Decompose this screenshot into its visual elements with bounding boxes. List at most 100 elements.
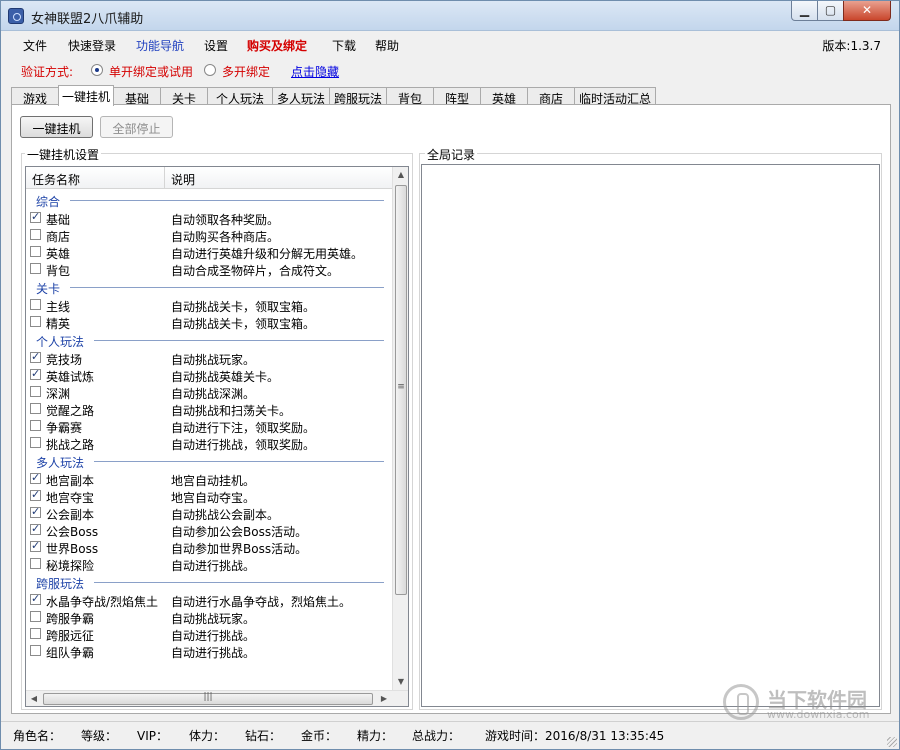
tab-8[interactable]: 阵型 (433, 87, 481, 106)
menu-help[interactable]: 帮助 (375, 37, 399, 54)
task-row[interactable]: 公会副本自动挑战公会副本。 (26, 504, 396, 522)
task-row[interactable]: 觉醒之路 自动挑战和扫荡关卡。 (26, 400, 396, 418)
task-checkbox[interactable] (30, 420, 41, 431)
vertical-scroll-thumb[interactable]: ≡ (395, 185, 407, 595)
radio-multi-bind[interactable] (204, 64, 216, 76)
scroll-right-icon[interactable]: ▶ (376, 691, 392, 706)
col-separator[interactable] (164, 167, 165, 189)
task-checkbox[interactable] (30, 628, 41, 639)
task-row[interactable]: 英雄 自动进行英雄升级和分解无用英雄。 (26, 243, 396, 261)
task-checkbox[interactable] (30, 403, 41, 414)
minimize-button[interactable]: ▁ (791, 1, 818, 21)
col-description[interactable]: 说明 (171, 171, 195, 188)
radio-multi-bind-label[interactable]: 多开绑定 (222, 63, 270, 80)
tab-10[interactable]: 商店 (527, 87, 575, 106)
global-log-area[interactable] (421, 164, 880, 707)
task-row[interactable]: 跨服争霸 自动挑战玩家。 (26, 608, 396, 626)
hide-link[interactable]: 点击隐藏 (291, 63, 339, 80)
col-task-name[interactable]: 任务名称 (32, 171, 80, 188)
tab-2[interactable]: 基础 (113, 87, 161, 106)
tab-9[interactable]: 英雄 (480, 87, 528, 106)
task-checkbox[interactable] (30, 645, 41, 656)
vertical-scrollbar[interactable]: ▲ ≡ ▼ (392, 167, 408, 690)
tab-3[interactable]: 关卡 (160, 87, 208, 106)
status-bar: 角色名： 等级： VIP： 体力： 钻石： 金币： 精力： 总战力： 游戏时间：… (1, 721, 899, 749)
close-button[interactable]: ✕ (843, 1, 891, 21)
tab-11[interactable]: 临时活动汇总 (574, 87, 656, 106)
task-checkbox[interactable] (30, 210, 41, 223)
menu-buy-bind[interactable]: 购买及绑定 (247, 37, 307, 54)
task-checkbox[interactable] (30, 558, 41, 569)
status-diamond: 钻石： (245, 729, 282, 743)
horizontal-scroll-thumb[interactable]: ||| (43, 692, 373, 705)
task-row[interactable]: 深渊 自动挑战深渊。 (26, 383, 396, 401)
task-checkbox[interactable] (30, 299, 41, 310)
task-row[interactable]: 背包 自动合成圣物碎片，合成符文。 (26, 260, 396, 278)
section-header: 综合 (26, 190, 396, 209)
menu-settings[interactable]: 设置 (204, 37, 228, 54)
scroll-left-icon[interactable]: ◀ (26, 691, 42, 706)
section-header: 多人玩法 (26, 451, 396, 470)
task-checkbox[interactable] (30, 488, 41, 501)
task-row[interactable]: 挑战之路 自动进行挑战，领取奖励。 (26, 434, 396, 452)
menu-feature-nav[interactable]: 功能导航 (136, 37, 184, 54)
task-row[interactable]: 基础自动领取各种奖励。 (26, 209, 396, 227)
task-checkbox[interactable] (30, 350, 41, 363)
task-row[interactable]: 地宫副本地宫自动挂机。 (26, 470, 396, 488)
task-checkbox[interactable] (30, 229, 41, 240)
auto-hangup-button[interactable]: 一键挂机 (20, 116, 93, 138)
title-bar[interactable]: 女神联盟2八爪辅助 ▁ ▢ ✕ (1, 1, 899, 31)
menu-download[interactable]: 下载 (332, 37, 356, 54)
task-row[interactable]: 跨服远征 自动进行挑战。 (26, 625, 396, 643)
task-row[interactable]: 争霸赛 自动进行下注，领取奖励。 (26, 417, 396, 435)
task-row[interactable]: 竞技场自动挑战玩家。 (26, 349, 396, 367)
tab-0[interactable]: 游戏 (11, 87, 59, 106)
radio-single-bind[interactable] (91, 64, 103, 76)
scroll-down-icon[interactable]: ▼ (393, 674, 408, 690)
section-title: 个人玩法 (36, 335, 85, 349)
task-row[interactable]: 商店 自动购买各种商店。 (26, 226, 396, 244)
task-row[interactable]: 主线 自动挑战关卡，领取宝箱。 (26, 296, 396, 314)
tab-1[interactable]: 一键挂机 (58, 85, 114, 106)
resize-grip-icon[interactable] (887, 737, 897, 747)
menu-quick-login[interactable]: 快速登录 (68, 37, 116, 54)
task-row[interactable]: 公会Boss自动参加公会Boss活动。 (26, 521, 396, 539)
radio-single-bind-label[interactable]: 单开绑定或试用 (109, 63, 193, 80)
task-row[interactable]: 组队争霸 自动进行挑战。 (26, 642, 396, 660)
task-row[interactable]: 英雄试炼自动挑战英雄关卡。 (26, 366, 396, 384)
horizontal-scrollbar[interactable]: ◀ ||| ▶ (26, 690, 408, 706)
task-checkbox[interactable] (30, 522, 41, 535)
task-description: 自动进行挑战。 (171, 646, 256, 660)
scroll-up-icon[interactable]: ▲ (393, 167, 408, 183)
task-rows: 综合基础自动领取各种奖励。商店自动购买各种商店。英雄自动进行英雄升级和分解无用英… (26, 190, 396, 660)
task-checkbox[interactable] (30, 367, 41, 380)
tab-7[interactable]: 背包 (386, 87, 434, 106)
task-row[interactable]: 世界Boss自动参加世界Boss活动。 (26, 538, 396, 556)
task-row[interactable]: 秘境探险 自动进行挑战。 (26, 555, 396, 573)
task-checkbox[interactable] (30, 386, 41, 397)
status-energy: 精力： (357, 729, 394, 743)
task-checkbox[interactable] (30, 246, 41, 257)
task-checkbox[interactable] (30, 263, 41, 274)
menu-file[interactable]: 文件 (23, 37, 47, 54)
task-checkbox[interactable] (30, 505, 41, 518)
tab-6[interactable]: 跨服玩法 (329, 87, 387, 106)
task-row[interactable]: 地宫夺宝地宫自动夺宝。 (26, 487, 396, 505)
status-game-time: 游戏时间：2016/8/31 13:35:45 (485, 729, 665, 743)
task-checkbox[interactable] (30, 592, 41, 605)
status-stamina: 体力： (189, 729, 226, 743)
task-checkbox[interactable] (30, 539, 41, 552)
task-checkbox[interactable] (30, 611, 41, 622)
maximize-button[interactable]: ▢ (817, 1, 844, 21)
task-row[interactable]: 精英 自动挑战关卡，领取宝箱。 (26, 313, 396, 331)
window-title: 女神联盟2八爪辅助 (31, 12, 144, 27)
section-title: 综合 (36, 195, 61, 209)
tab-5[interactable]: 多人玩法 (272, 87, 330, 106)
task-checkbox[interactable] (30, 437, 41, 448)
task-row[interactable]: 水晶争夺战/烈焰焦土自动进行水晶争夺战，烈焰焦土。 (26, 591, 396, 609)
tab-4[interactable]: 个人玩法 (207, 87, 273, 106)
task-checkbox[interactable] (30, 316, 41, 327)
settings-group-title: 一键挂机设置 (25, 146, 102, 163)
stop-all-button[interactable]: 全部停止 (100, 116, 173, 138)
task-checkbox[interactable] (30, 471, 41, 484)
